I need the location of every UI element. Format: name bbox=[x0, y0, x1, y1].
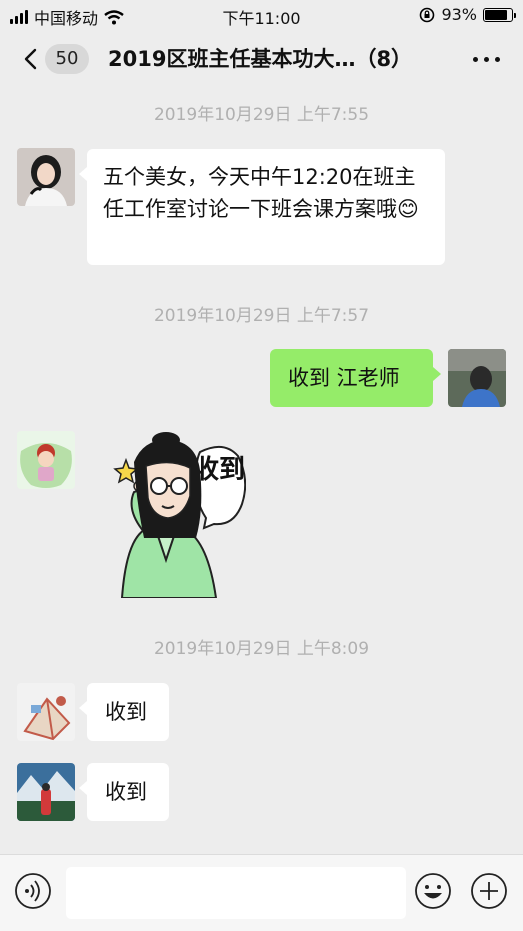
avatar[interactable] bbox=[17, 148, 75, 206]
emoji-icon[interactable] bbox=[414, 872, 452, 910]
unread-count-badge[interactable]: 50 bbox=[45, 44, 89, 74]
avatar[interactable] bbox=[448, 349, 506, 407]
timestamp: 2019年10月29日 上午8:09 bbox=[153, 639, 370, 659]
timestamp: 2019年10月29日 上午7:57 bbox=[153, 306, 370, 326]
message-bubble-outgoing[interactable]: 收到 江老师 bbox=[270, 349, 441, 407]
avatar[interactable] bbox=[17, 683, 75, 741]
message-text: 五个美女，今天中午12:20在班主任工作室讨论一下班会课方案哦😊 bbox=[103, 165, 419, 221]
voice-icon[interactable] bbox=[14, 872, 52, 910]
message-bubble[interactable]: 收到 bbox=[79, 683, 169, 741]
status-bar: 中国移动 下午11:00 93% bbox=[0, 0, 523, 30]
chat-title: 2019区班主任基本功大…（8） bbox=[108, 47, 413, 71]
message-bubble[interactable]: 收到 bbox=[79, 763, 169, 821]
rotation-lock-icon bbox=[420, 7, 435, 22]
battery-percent: 93% bbox=[441, 5, 477, 24]
avatar[interactable] bbox=[17, 431, 75, 489]
message-text: 收到 江老师 bbox=[288, 366, 400, 390]
battery-icon bbox=[483, 7, 516, 22]
message-text: 收到 bbox=[105, 780, 147, 804]
avatar[interactable] bbox=[17, 763, 75, 821]
message-input[interactable] bbox=[66, 867, 406, 919]
more-icon[interactable] bbox=[471, 52, 501, 66]
nav-bar: 50 2019区班主任基本功大…（8） bbox=[0, 30, 523, 88]
message-text: 收到 bbox=[105, 700, 147, 724]
plus-icon[interactable] bbox=[470, 872, 508, 910]
message-bubble[interactable]: 五个美女，今天中午12:20在班主任工作室讨论一下班会课方案哦😊 bbox=[79, 149, 445, 265]
sticker-image[interactable]: 收到 bbox=[104, 430, 246, 598]
timestamp: 2019年10月29日 上午7:55 bbox=[153, 105, 370, 125]
back-icon[interactable] bbox=[18, 44, 46, 74]
input-bar bbox=[0, 854, 523, 931]
